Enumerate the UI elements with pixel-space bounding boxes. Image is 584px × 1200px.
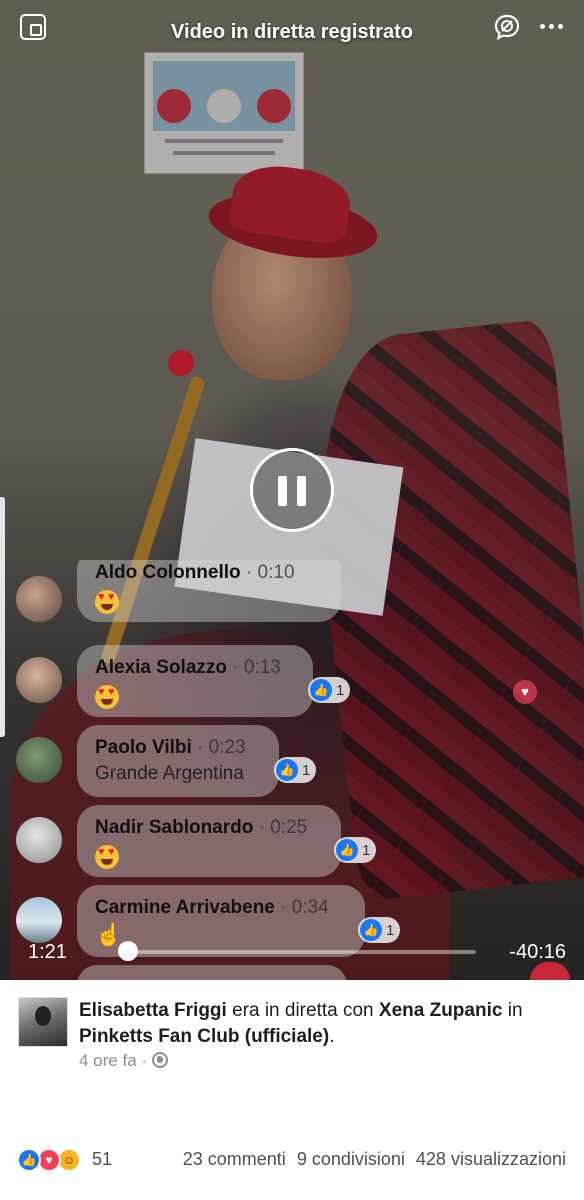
reactions-summary[interactable]: 👍 ♥ ☺	[17, 1148, 87, 1172]
seek-handle[interactable]	[118, 941, 138, 961]
floating-heart-icon: ♥	[513, 680, 537, 704]
commenter-name[interactable]: Aldo Colonnello	[95, 562, 241, 583]
pause-button[interactable]	[250, 448, 334, 532]
commenter-name[interactable]: Alexia Solazzo	[95, 657, 227, 678]
comment-time[interactable]: 0:23	[209, 737, 246, 758]
post-meta: 4 ore fa ·	[79, 1051, 168, 1071]
comment-bubble: Paolo Vilbi · 0:23 Grande Argentina	[77, 725, 279, 797]
comment-time[interactable]: 0:34	[292, 897, 329, 918]
comment-like-badge[interactable]: 👍 1	[308, 677, 351, 703]
comment-bubble: Nadir Sablonardo · 0:25	[77, 805, 341, 877]
remaining-time: -40:16	[509, 941, 566, 963]
heart-eyes-emoji	[95, 845, 119, 869]
post-time[interactable]: 4 ore fa	[79, 1051, 137, 1070]
more-options-icon[interactable]	[540, 24, 564, 30]
top-bar: Video in diretta registrato	[0, 0, 584, 70]
comment-like-badge[interactable]: 👍 1	[334, 837, 377, 863]
tagged-user[interactable]: Xena Zupanic	[379, 1000, 503, 1021]
heart-eyes-emoji	[95, 590, 119, 614]
author-name[interactable]: Elisabetta Friggi	[79, 1000, 227, 1021]
reaction-count[interactable]: 51	[92, 1149, 112, 1170]
group-name[interactable]: Pinketts Fan Club (ufficiale)	[79, 1026, 329, 1047]
commenter-name[interactable]: Paolo Vilbi	[95, 737, 192, 758]
post-info: Elisabetta Friggi era in diretta con Xen…	[0, 980, 584, 1200]
comment-bubble: Alexia Solazzo · 0:13	[77, 645, 313, 717]
counts-summary: 23 commenti 9 condivisioni 428 visualizz…	[183, 1149, 566, 1170]
avatar[interactable]	[16, 657, 62, 703]
seek-track[interactable]	[118, 950, 476, 954]
comment-time[interactable]: 0:25	[270, 817, 307, 838]
globe-icon	[151, 1052, 168, 1068]
post-description: Elisabetta Friggi era in diretta con Xen…	[79, 1000, 523, 1047]
comment-bubble: Aldo Colonnello · 0:10	[77, 560, 341, 622]
comments-count[interactable]: 23 commenti	[183, 1149, 286, 1169]
hide-comments-icon[interactable]	[493, 13, 521, 41]
thumbs-up-icon: 👍	[276, 759, 298, 781]
elapsed-time: 1:21	[28, 941, 67, 963]
avatar[interactable]	[16, 737, 62, 783]
avatar[interactable]	[16, 817, 62, 863]
comment-time[interactable]: 0:13	[244, 657, 281, 678]
thumbs-up-icon: 👍	[336, 839, 358, 861]
comment-time[interactable]: 0:10	[258, 562, 295, 583]
heart-eyes-emoji	[95, 685, 119, 709]
commenter-name[interactable]: Nadir Sablonardo	[95, 817, 253, 838]
shares-count[interactable]: 9 condivisioni	[297, 1149, 405, 1169]
views-count[interactable]: 428 visualizzazioni	[416, 1149, 566, 1169]
author-avatar[interactable]	[18, 997, 68, 1047]
avatar[interactable]	[16, 576, 62, 622]
engagement-stats: 👍 ♥ ☺ 51 23 commenti 9 condivisioni 428 …	[0, 1148, 584, 1174]
live-comments-list[interactable]: Aldo Colonnello · 0:10 Alexia Solazzo · …	[0, 560, 584, 980]
comment-like-badge[interactable]: 👍 1	[274, 757, 317, 783]
thumbs-up-icon: 👍	[310, 679, 332, 701]
commenter-name[interactable]: Carmine Arrivabene	[95, 897, 275, 918]
video-progress-bar[interactable]: 1:21 -40:16	[0, 930, 584, 976]
like-reaction-icon: 👍	[17, 1148, 41, 1172]
comment-text: Grande Argentina	[95, 763, 244, 784]
